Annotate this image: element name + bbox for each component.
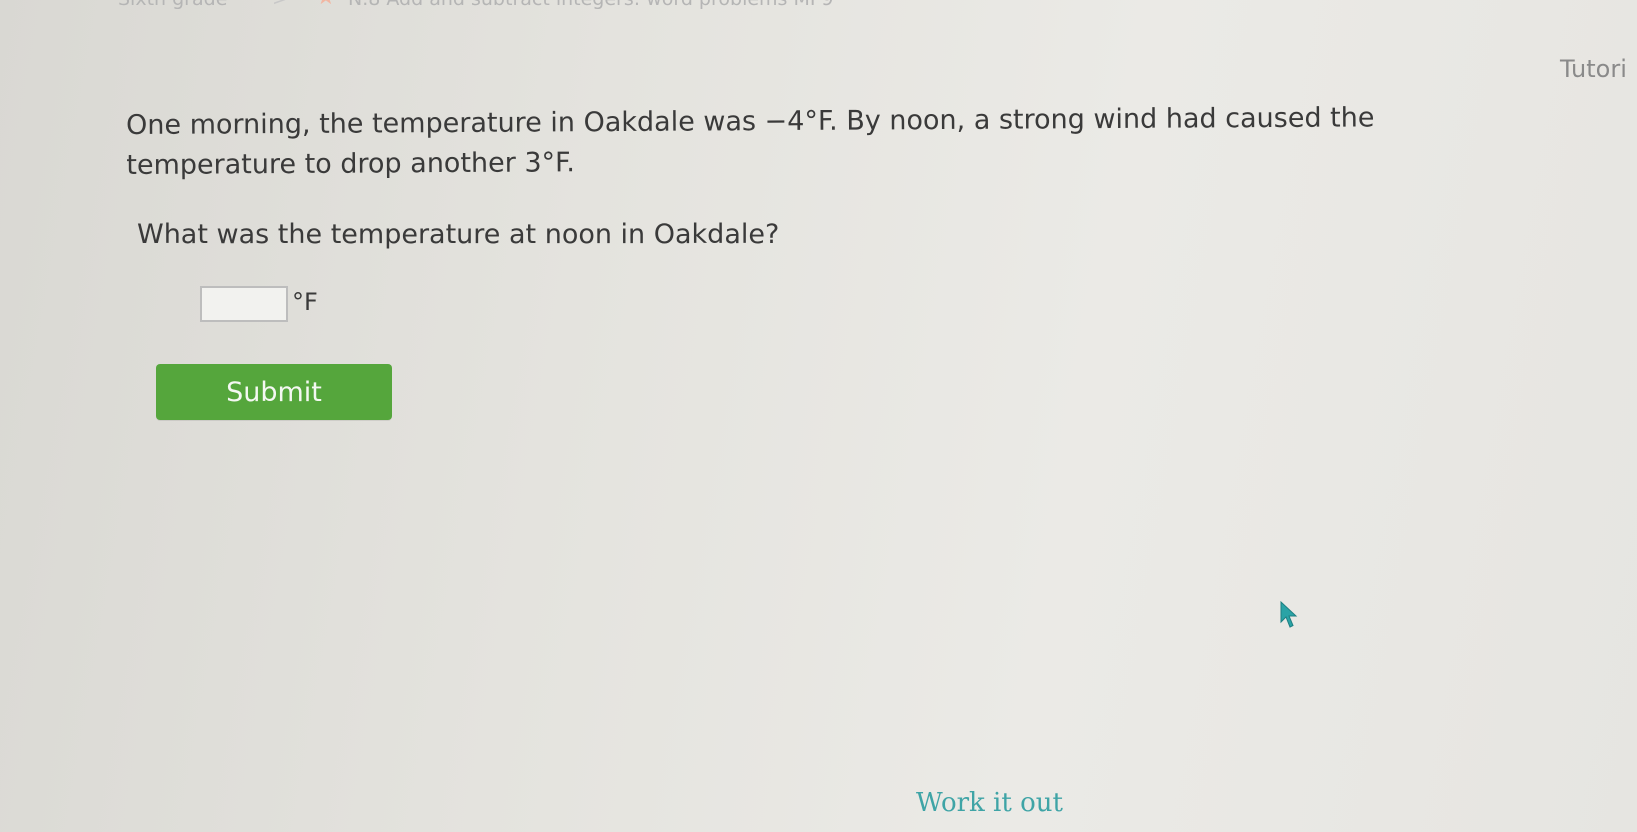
cursor-icon xyxy=(1280,600,1298,628)
question-text: One morning, the temperature in Oakdale … xyxy=(126,98,1506,186)
answer-input[interactable] xyxy=(200,286,288,322)
breadcrumb-skill-suffix: MP9 xyxy=(794,0,834,10)
question-prompt: What was the temperature at noon in Oakd… xyxy=(137,219,780,250)
answer-row: °F xyxy=(200,286,318,322)
breadcrumb-separator: > xyxy=(272,0,288,10)
work-it-out-link[interactable]: Work it out xyxy=(916,788,1063,818)
breadcrumb-skill-label: N.8 Add and subtract integers: word prob… xyxy=(348,0,787,10)
star-icon: ★ xyxy=(316,0,336,10)
breadcrumb-skill-link[interactable]: N.8 Add and subtract integers: word prob… xyxy=(348,0,833,10)
submit-button[interactable]: Submit xyxy=(156,364,392,420)
breadcrumb-grade-link[interactable]: Sixth grade xyxy=(118,0,227,10)
tutorial-link[interactable]: Tutori xyxy=(1560,55,1627,83)
breadcrumb: Sixth grade > ★ N.8 Add and subtract int… xyxy=(0,0,1637,14)
question-line-2: temperature to drop another 3°F. xyxy=(126,147,575,181)
unit-label: °F xyxy=(292,288,318,316)
question-line-1: One morning, the temperature in Oakdale … xyxy=(126,102,1375,141)
